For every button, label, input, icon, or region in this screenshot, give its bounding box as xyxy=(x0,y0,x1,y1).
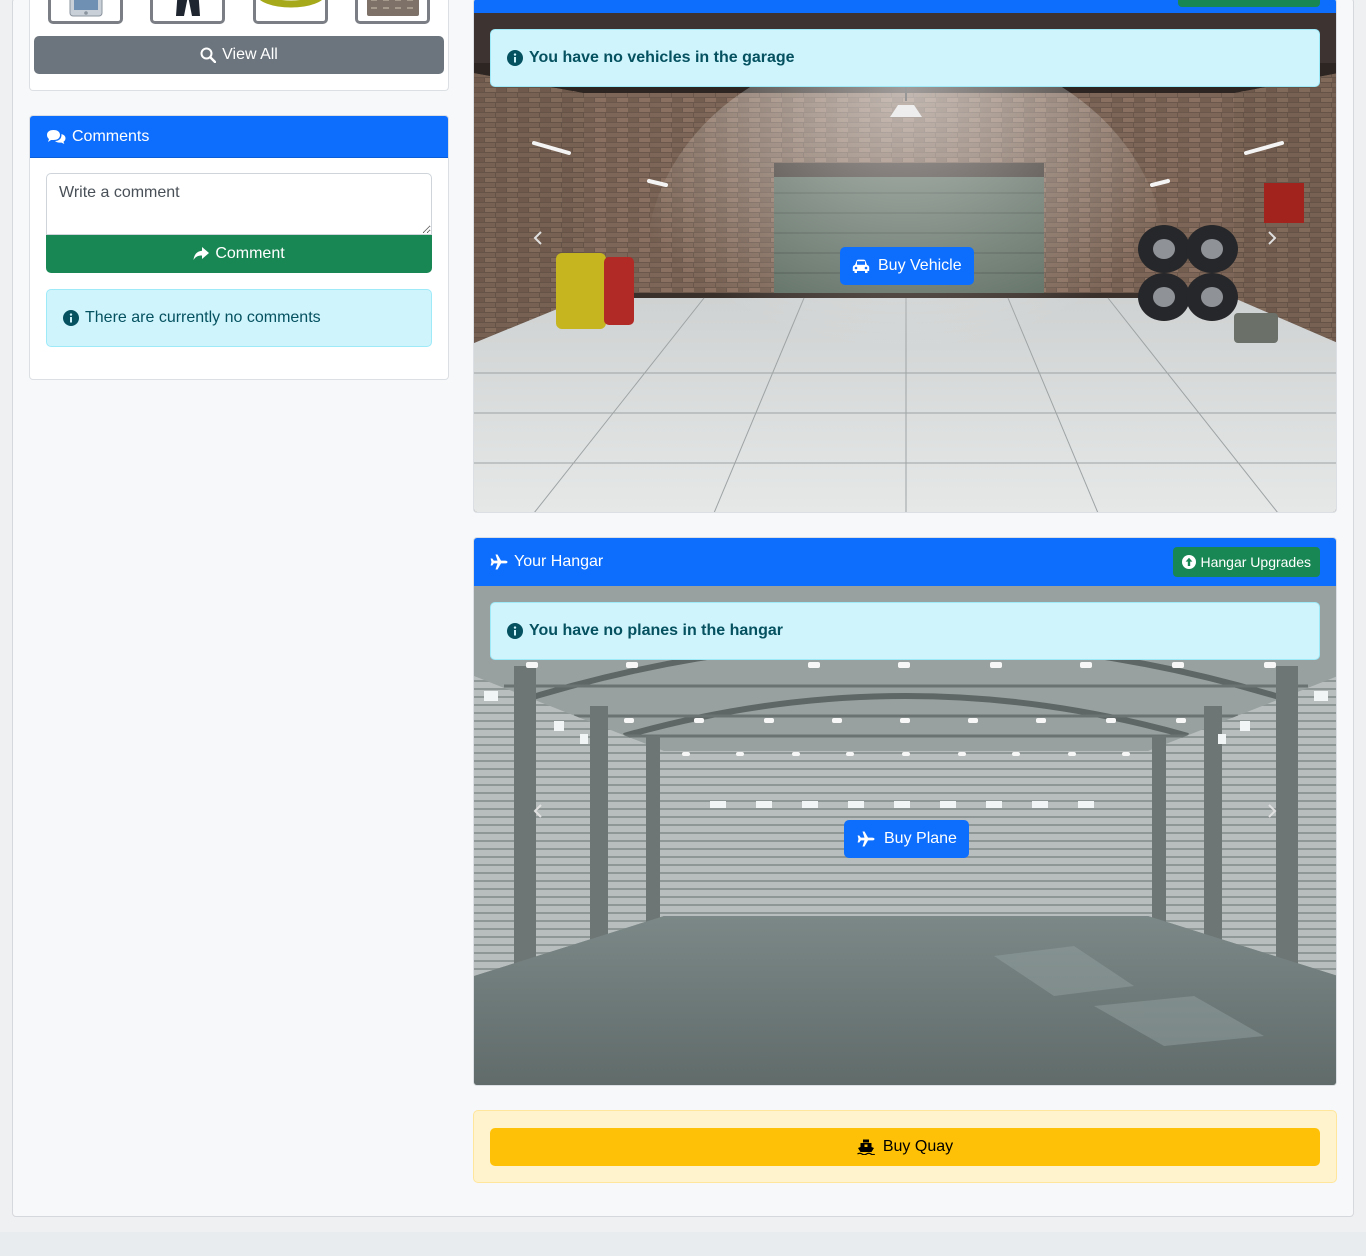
garage-header xyxy=(474,0,1336,13)
carousel-next-button[interactable] xyxy=(1257,223,1287,253)
carousel-next-button[interactable] xyxy=(1257,796,1287,826)
trousers-icon xyxy=(175,0,200,16)
chevron-right-icon xyxy=(1268,804,1277,818)
info-icon xyxy=(507,50,523,66)
buy-vehicle-button[interactable]: Buy Vehicle xyxy=(840,247,974,285)
view-all-button[interactable]: View All xyxy=(34,36,444,74)
chevron-left-icon xyxy=(533,231,542,245)
comment-submit-label: Comment xyxy=(215,245,285,262)
item-thumbnail[interactable] xyxy=(253,0,328,24)
quay-card: Buy Quay xyxy=(473,1110,1337,1183)
no-comments-alert: There are currently no comments xyxy=(46,289,432,347)
bag-icon xyxy=(366,0,419,16)
no-vehicles-alert: You have no vehicles in the garage xyxy=(490,29,1320,87)
garage-upgrades-button[interactable] xyxy=(1178,0,1320,7)
comments-card: Comments Comment There are currently no … xyxy=(29,115,449,380)
buy-quay-button[interactable]: Buy Quay xyxy=(490,1128,1320,1166)
comment-input[interactable] xyxy=(46,173,432,235)
plane-icon xyxy=(857,831,875,847)
tablet-icon xyxy=(69,0,102,17)
info-icon xyxy=(63,310,79,326)
view-all-label: View All xyxy=(222,46,278,63)
plane-icon xyxy=(490,554,508,570)
no-planes-text: You have no planes in the hangar xyxy=(529,622,783,639)
car-icon xyxy=(852,259,870,273)
carousel-prev-button[interactable] xyxy=(523,796,553,826)
search-icon xyxy=(200,47,217,63)
buy-vehicle-label: Buy Vehicle xyxy=(878,257,962,274)
item-thumbnail[interactable] xyxy=(150,0,225,24)
no-vehicles-text: You have no vehicles in the garage xyxy=(529,49,795,66)
buy-quay-label: Buy Quay xyxy=(882,1138,954,1155)
ring-icon xyxy=(259,0,322,8)
item-thumbnail[interactable] xyxy=(355,0,430,24)
no-comments-text: There are currently no comments xyxy=(85,309,321,326)
hangar-upgrades-button[interactable]: Hangar Upgrades xyxy=(1173,547,1320,577)
comments-header: Comments xyxy=(30,116,448,158)
buy-plane-label: Buy Plane xyxy=(884,830,957,847)
no-planes-alert: You have no planes in the hangar xyxy=(490,602,1320,660)
comments-title: Comments xyxy=(72,127,150,145)
garage-panel: You have no vehicles in the garage Buy V… xyxy=(473,0,1337,513)
carousel-prev-button[interactable] xyxy=(523,223,553,253)
arrow-circle-up-icon xyxy=(1182,555,1197,569)
item-thumbnail[interactable] xyxy=(48,0,123,24)
buy-plane-button[interactable]: Buy Plane xyxy=(844,820,969,858)
chevron-left-icon xyxy=(533,804,542,818)
comment-submit-button[interactable]: Comment xyxy=(46,235,432,273)
hangar-title: Your Hangar xyxy=(514,553,604,570)
footer-strip xyxy=(0,1232,1366,1256)
ship-icon xyxy=(856,1139,875,1155)
comments-icon xyxy=(47,129,66,144)
share-icon xyxy=(193,247,210,260)
hangar-panel: Your Hangar Hangar Upgrades You have no … xyxy=(473,537,1337,1086)
chevron-right-icon xyxy=(1268,231,1277,245)
info-icon xyxy=(507,623,523,639)
hangar-upgrades-label: Hangar Upgrades xyxy=(1200,554,1311,570)
hangar-header: Your Hangar Hangar Upgrades xyxy=(474,538,1336,586)
